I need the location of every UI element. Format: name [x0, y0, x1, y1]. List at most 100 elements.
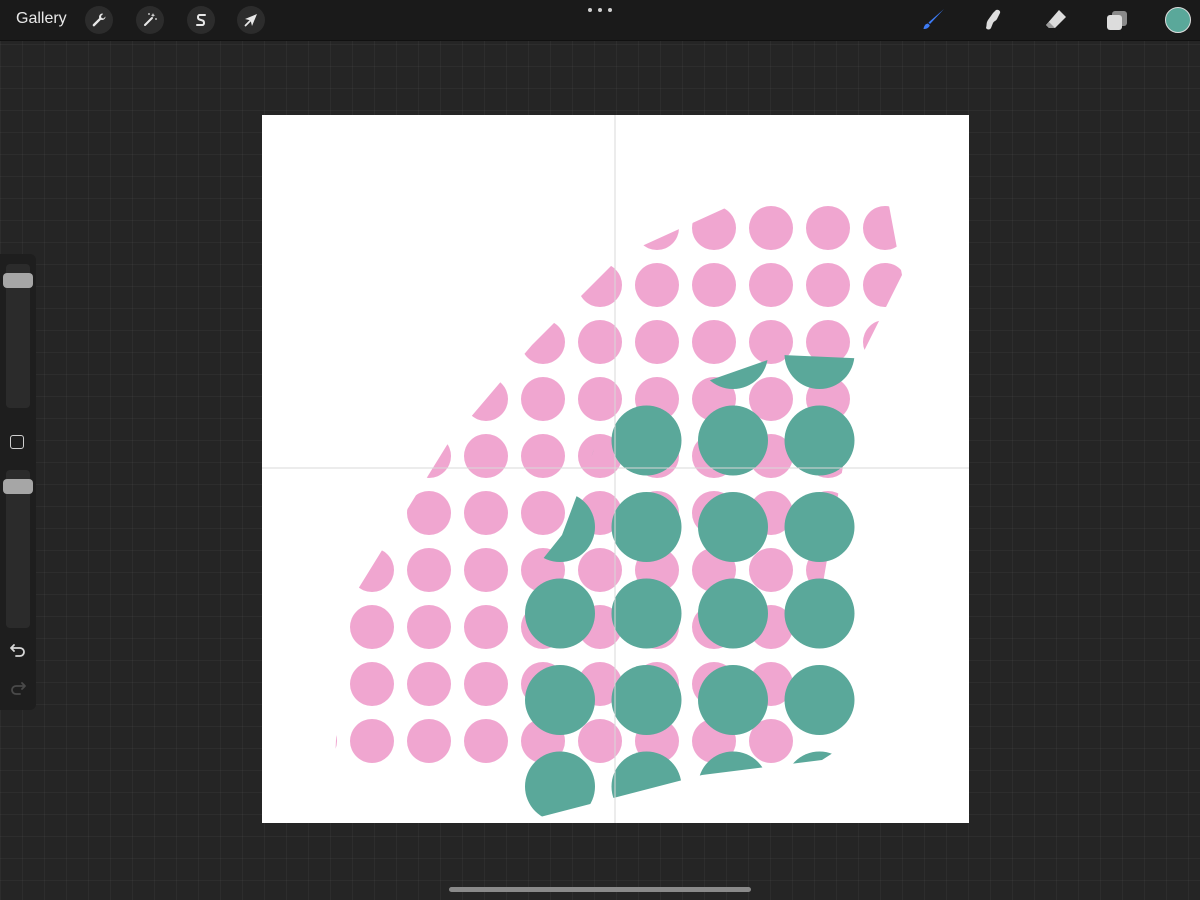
left-sidebar	[0, 254, 36, 710]
pink-dot	[464, 377, 508, 421]
pink-dot	[407, 377, 451, 421]
pink-dot	[332, 719, 337, 763]
pink-dot	[749, 263, 793, 307]
arrow-cursor-icon	[244, 14, 257, 27]
pink-dot	[464, 434, 508, 478]
pink-dot	[407, 320, 451, 364]
pink-dot	[407, 434, 451, 478]
pink-dot	[262, 377, 280, 421]
pink-dot	[464, 719, 508, 763]
pink-dot	[262, 548, 280, 592]
gallery-button[interactable]: Gallery	[16, 10, 67, 28]
pink-dot	[464, 320, 508, 364]
pink-dot	[521, 263, 565, 307]
teal-dot	[611, 405, 682, 476]
pink-dot	[464, 605, 508, 649]
opacity-handle[interactable]	[3, 479, 33, 494]
layers-button[interactable]	[1102, 5, 1132, 35]
redo-icon[interactable]	[8, 678, 28, 698]
pink-dot	[863, 605, 902, 649]
pink-dot	[332, 434, 337, 478]
teal-dot	[525, 665, 595, 735]
actions-button[interactable]	[85, 6, 113, 34]
pink-dot	[407, 719, 451, 763]
smudge-button[interactable]	[979, 5, 1009, 35]
pink-dot	[262, 263, 280, 307]
drawing-canvas[interactable]	[262, 115, 969, 823]
pink-dot	[692, 263, 736, 307]
pink-dot	[350, 719, 394, 763]
pink-dot	[350, 548, 394, 592]
pink-dot	[464, 206, 508, 250]
pink-dot	[635, 206, 679, 250]
layers-icon	[1107, 11, 1127, 30]
pink-dot	[407, 491, 451, 535]
pink-dot	[521, 320, 565, 364]
pink-dot	[749, 206, 793, 250]
teal-dot	[439, 319, 509, 389]
pink-dot	[350, 605, 394, 649]
teal-dot	[784, 405, 855, 476]
pink-dot	[332, 206, 337, 250]
pink-dot	[863, 719, 902, 763]
teal-dot	[525, 578, 595, 649]
wrench-icon	[92, 13, 106, 27]
pink-dot	[464, 548, 508, 592]
color-picker-button[interactable]	[1165, 7, 1191, 33]
pink-dot	[332, 320, 337, 364]
pink-dot	[806, 206, 850, 250]
pink-dot	[332, 605, 337, 649]
teal-dot	[439, 752, 509, 822]
teal-dot	[784, 492, 855, 562]
pink-dot	[407, 605, 451, 649]
pink-dot	[806, 263, 850, 307]
home-indicator[interactable]	[449, 887, 751, 892]
pink-dot	[863, 377, 902, 421]
teal-dot	[698, 751, 768, 822]
brush-size-handle[interactable]	[3, 273, 33, 288]
teal-dot	[611, 665, 682, 735]
undo-icon[interactable]	[8, 640, 28, 660]
pink-dot	[521, 491, 565, 535]
pink-dot	[350, 491, 394, 535]
pink-dot	[863, 320, 902, 364]
selection-s-icon	[196, 14, 206, 26]
pink-dot	[635, 263, 679, 307]
pink-dot	[521, 377, 565, 421]
more-options-icon[interactable]	[588, 2, 612, 18]
pink-dot	[692, 206, 736, 250]
pink-dot	[350, 434, 394, 478]
pink-dot	[407, 263, 451, 307]
pink-dot	[262, 434, 280, 478]
pink-dot	[521, 206, 565, 250]
pink-dot	[407, 206, 451, 250]
pink-dot	[863, 434, 902, 478]
selection-button[interactable]	[187, 6, 215, 34]
smudge-icon	[986, 9, 1001, 30]
eraser-icon	[1046, 10, 1066, 28]
teal-dot	[611, 492, 682, 562]
teal-dot	[784, 665, 855, 735]
pink-dot	[635, 320, 679, 364]
magic-wand-icon	[144, 13, 157, 26]
pink-dot	[521, 434, 565, 478]
pink-dot	[350, 662, 394, 706]
teal-dot	[698, 665, 768, 735]
modify-button[interactable]	[10, 435, 24, 449]
pink-dot	[863, 548, 902, 592]
teal-dot	[352, 406, 422, 476]
brush-button[interactable]	[918, 5, 948, 35]
transform-button[interactable]	[237, 6, 265, 34]
pink-dot	[863, 662, 902, 706]
adjustments-button[interactable]	[136, 6, 164, 34]
pink-dot	[407, 662, 451, 706]
pink-dot	[749, 548, 793, 592]
brush-icon	[923, 9, 944, 29]
pink-dot	[262, 491, 280, 535]
pink-dot	[332, 548, 337, 592]
pink-dot	[350, 320, 394, 364]
pink-dot	[262, 662, 280, 706]
eraser-button[interactable]	[1041, 5, 1071, 35]
pink-dot	[262, 320, 280, 364]
pink-dot	[464, 263, 508, 307]
